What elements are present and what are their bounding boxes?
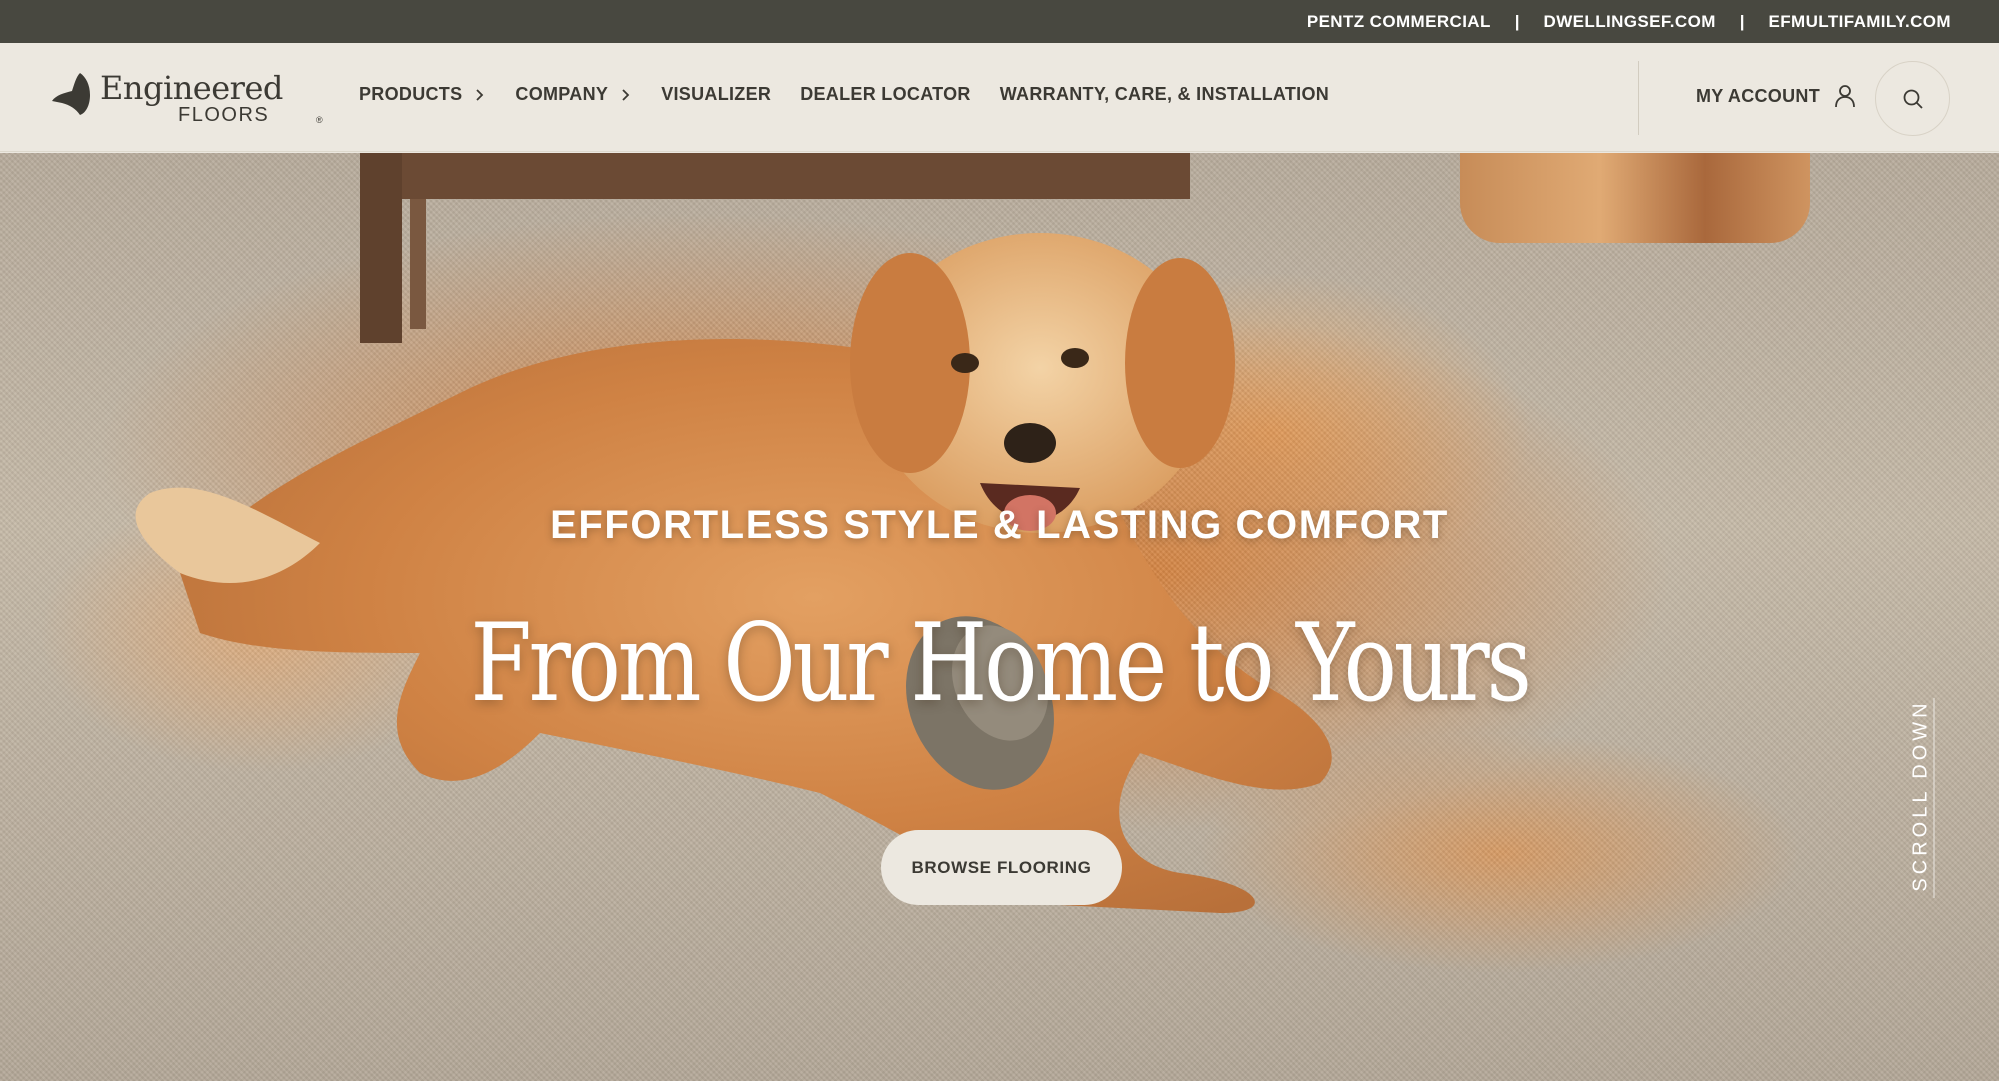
scroll-down-indicator[interactable]: SCROLL DOWN [1907, 695, 1935, 895]
nav-visualizer[interactable]: VISUALIZER [661, 84, 771, 105]
utility-bar: PENTZ COMMERCIAL | DWELLINGSEF.COM | EFM… [0, 0, 1999, 43]
scroll-down-label: SCROLL DOWN [1909, 698, 1932, 892]
browse-flooring-button[interactable]: BROWSE FLOORING [881, 830, 1122, 905]
wood-stump-image [1460, 153, 1810, 243]
nav-company-label: COMPANY [515, 84, 609, 104]
chevron-right-icon [622, 88, 630, 101]
logo-mark-icon [52, 73, 90, 115]
engineered-floors-logo[interactable]: Engineered FLOORS ® [50, 69, 323, 129]
logo-wordmark-engineered: Engineered [100, 69, 283, 107]
dwellingsef-link[interactable]: DWELLINGSEF.COM [1544, 12, 1716, 32]
utility-separator: | [1739, 11, 1745, 31]
search-button[interactable] [1875, 61, 1950, 136]
my-account-link[interactable]: MY ACCOUNT [1696, 84, 1856, 108]
header-divider [1638, 61, 1639, 135]
hero-title: From Our Home to Yours [470, 601, 1532, 726]
hero-tagline: EFFORTLESS STYLE & LASTING COMFORT [550, 503, 1449, 547]
search-icon [1903, 89, 1923, 109]
hero-banner: EFFORTLESS STYLE & LASTING COMFORT From … [0, 153, 1999, 1081]
golden-retriever-image [135, 233, 1332, 913]
efmultifamily-link[interactable]: EFMULTIFAMILY.COM [1769, 12, 1951, 32]
nav-warranty[interactable]: WARRANTY, CARE, & INSTALLATION [1000, 84, 1329, 105]
main-nav: PRODUCTS COMPANY VISUALIZER DEALER LOCAT… [359, 84, 1358, 105]
nav-products[interactable]: PRODUCTS [359, 84, 486, 105]
logo-wordmark-floors: FLOORS [178, 104, 270, 126]
logo-registered-mark: ® [316, 115, 323, 125]
user-icon [1835, 85, 1855, 108]
nav-dealer-locator[interactable]: DEALER LOCATOR [800, 84, 971, 105]
nav-company[interactable]: COMPANY [515, 84, 632, 105]
utility-separator: | [1514, 11, 1520, 31]
chevron-right-icon [476, 88, 484, 101]
site-header: Engineered FLOORS ® PRODUCTS COMPANY VIS… [0, 43, 1999, 152]
pentz-commercial-link[interactable]: PENTZ COMMERCIAL [1307, 12, 1491, 32]
my-account-label: MY ACCOUNT [1696, 85, 1820, 106]
nav-products-label: PRODUCTS [359, 84, 463, 104]
